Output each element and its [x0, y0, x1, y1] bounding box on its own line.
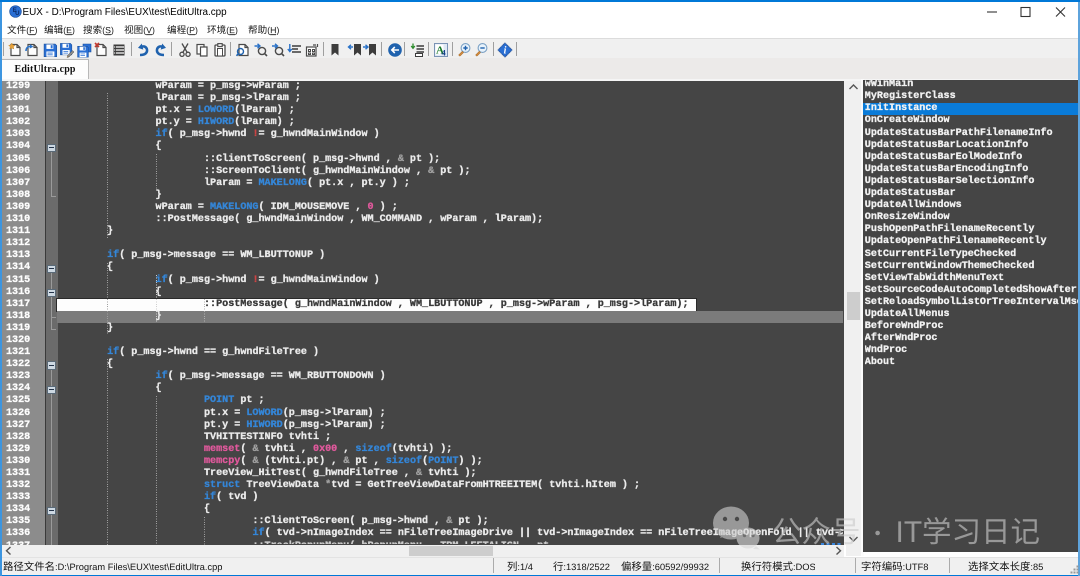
svg-text:U: U	[15, 10, 20, 17]
svg-text:i: i	[504, 45, 507, 56]
